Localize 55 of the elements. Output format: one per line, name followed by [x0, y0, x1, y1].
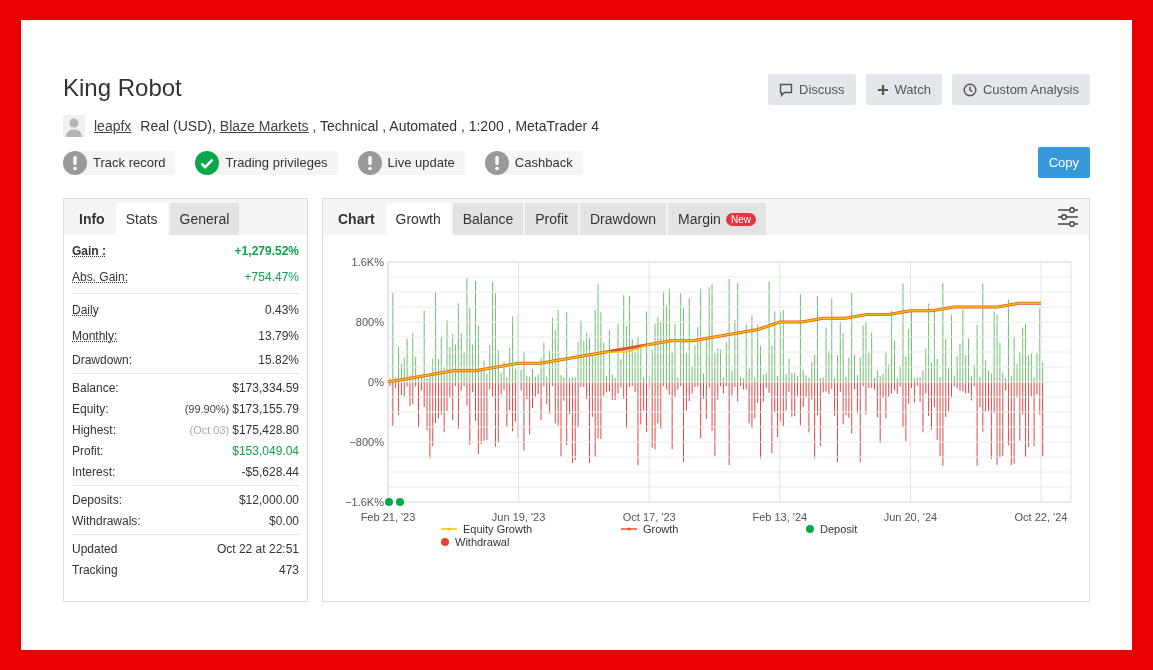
- stat-value: $173,334.59: [232, 380, 299, 395]
- account-info: , Technical , Automated , 1:200 , MetaTrader 4: [312, 118, 599, 134]
- badge-label: Trading privileges: [225, 155, 328, 170]
- legend-label: Equity Growth: [463, 523, 533, 535]
- y-axis-label: 1.6K%: [351, 256, 384, 268]
- robot-title: King Robot: [63, 73, 182, 103]
- stat-note: (Oct 03): [189, 423, 230, 436]
- panel-heading: Info: [78, 210, 106, 229]
- x-axis-label: Jun 20, '24: [883, 511, 938, 523]
- stat-value: 0.43%: [264, 303, 299, 317]
- y-axis-label: −800%: [349, 436, 384, 448]
- panel-heading: Chart: [337, 210, 376, 229]
- x-axis-label: Oct 22, '24: [1014, 511, 1068, 523]
- stat-value: 13.79%: [258, 329, 299, 343]
- stat-value: 15.82%: [258, 352, 299, 367]
- stat-value: +754.47%: [244, 270, 299, 284]
- badge-label: Live update: [387, 155, 455, 170]
- stat-label: Monthly:: [72, 329, 118, 343]
- new-badge: New: [725, 212, 756, 226]
- stat-label: Equity:: [72, 401, 109, 416]
- stat-value: $0.00: [268, 513, 299, 528]
- stat-label: Profit:: [72, 443, 104, 458]
- stat-value: $175,428.80: [232, 422, 299, 437]
- x-axis-label: Feb 21, '23: [360, 511, 416, 523]
- y-axis-label: 800%: [355, 316, 384, 328]
- stat-label: Daily: [72, 303, 99, 317]
- badge-label: Track record: [93, 155, 166, 170]
- stat-value: 473: [278, 562, 299, 577]
- x-axis-label: Feb 13, '24: [752, 511, 808, 523]
- stat-value: $12,000.00: [238, 492, 299, 507]
- y-axis-label: −1.6K%: [345, 496, 384, 508]
- stat-label: Tracking: [72, 562, 118, 577]
- stat-value: $173,155.79: [232, 401, 299, 416]
- x-axis-label: Jun 19, '23: [491, 511, 546, 523]
- stat-value: $153,049.04: [232, 443, 299, 458]
- stat-value: +1,279.52%: [234, 244, 299, 258]
- badge-label: Cashback: [514, 155, 573, 170]
- stat-label: Highest:: [72, 422, 117, 437]
- stat-label: Gain :: [72, 244, 106, 258]
- x-axis-label: Oct 17, '23: [622, 511, 676, 523]
- stat-note: (99.90%): [184, 402, 230, 415]
- stat-label: Deposits:: [72, 492, 123, 507]
- stat-value: Oct 22 at 22:51: [216, 541, 299, 556]
- stat-label: Abs. Gain:: [72, 270, 129, 284]
- stat-label: Interest:: [72, 464, 116, 479]
- stat-value: -$5,628.44: [241, 464, 299, 479]
- legend-label: Withdrawal: [455, 536, 510, 548]
- legend-label: Growth: [643, 523, 679, 535]
- stat-label: Withdrawals:: [72, 513, 141, 528]
- legend-label: Deposit: [820, 523, 858, 535]
- y-axis-label: 0%: [368, 376, 384, 388]
- account-info: Real (USD),: [140, 118, 216, 134]
- stat-label: Updated: [72, 541, 118, 556]
- stat-label: Drawdown:: [72, 352, 133, 367]
- stat-label: Balance:: [72, 380, 119, 395]
